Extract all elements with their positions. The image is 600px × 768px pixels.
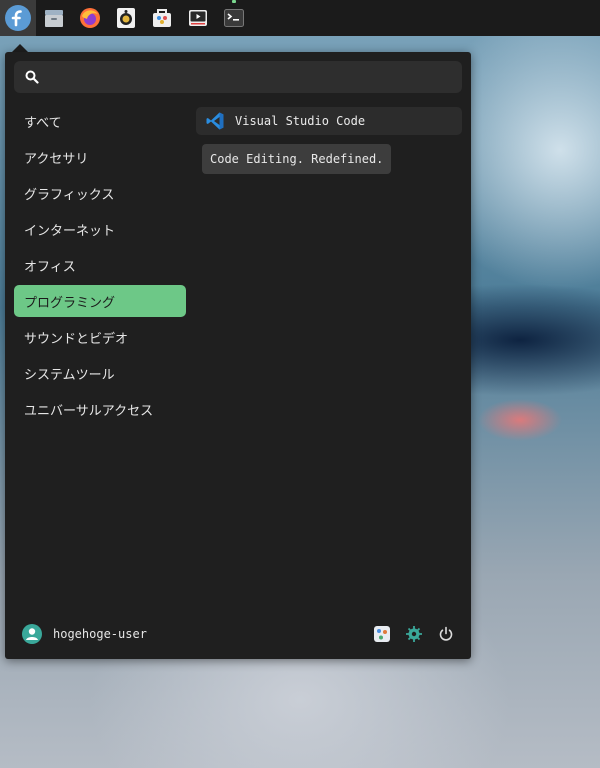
menu-pointer (12, 44, 28, 52)
software-icon (153, 9, 171, 27)
category-internet[interactable]: インターネット (14, 213, 186, 245)
videos-icon (189, 10, 207, 26)
username: hogehoge-user (53, 627, 147, 641)
terminal-icon (224, 9, 244, 27)
category-all[interactable]: すべて (14, 105, 186, 137)
power-button[interactable] (436, 624, 456, 644)
category-label: ユニバーサルアクセス (24, 403, 154, 419)
category-universal-access[interactable]: ユニバーサルアクセス (14, 393, 186, 425)
menu-footer: hogehoge-user (5, 609, 471, 659)
user-button[interactable]: hogehoge-user (22, 624, 147, 644)
app-menu-button[interactable] (0, 0, 36, 36)
category-label: サウンドとビデオ (24, 331, 129, 347)
app-tooltip: Code Editing. Redefined. (202, 144, 392, 174)
category-label: アクセサリ (24, 151, 89, 167)
search-box[interactable] (14, 61, 462, 93)
category-graphics[interactable]: グラフィックス (14, 177, 186, 209)
category-label: プログラミング (24, 295, 116, 311)
app-list: Visual Studio Code (196, 107, 462, 135)
category-programming[interactable]: プログラミング (14, 285, 186, 317)
taskbar-software[interactable] (144, 0, 180, 36)
lock-screen-button[interactable] (404, 624, 424, 644)
search-input[interactable] (47, 62, 454, 92)
category-label: グラフィックス (24, 187, 115, 203)
user-avatar-icon (22, 624, 42, 644)
search-icon (25, 70, 39, 84)
category-label: インターネット (24, 223, 116, 239)
taskbar-rhythmbox[interactable] (108, 0, 144, 36)
taskbar (0, 0, 600, 36)
application-menu: すべて アクセサリ グラフィックス インターネット オフィス プログラミング サ… (5, 52, 471, 659)
taskbar-terminal[interactable] (216, 0, 252, 36)
firefox-icon (80, 8, 100, 28)
category-office[interactable]: オフィス (14, 249, 186, 281)
app-visual-studio-code[interactable]: Visual Studio Code (196, 107, 462, 135)
fedora-logo-icon (5, 5, 31, 31)
settings-button[interactable] (372, 624, 392, 644)
category-label: すべて (24, 115, 62, 131)
settings-icon (374, 626, 390, 642)
category-list: すべて アクセサリ グラフィックス インターネット オフィス プログラミング サ… (14, 105, 186, 429)
taskbar-firefox[interactable] (72, 0, 108, 36)
taskbar-files[interactable] (36, 0, 72, 36)
category-accessories[interactable]: アクセサリ (14, 141, 186, 173)
category-label: システムツール (24, 367, 115, 383)
power-icon (439, 626, 453, 641)
lock-screen-icon (406, 626, 422, 642)
files-icon (45, 10, 63, 27)
app-label: Visual Studio Code (235, 114, 366, 128)
rhythmbox-icon (117, 8, 135, 28)
category-label: オフィス (24, 259, 76, 275)
vscode-icon (206, 112, 224, 130)
category-sound-video[interactable]: サウンドとビデオ (14, 321, 186, 353)
taskbar-videos[interactable] (180, 0, 216, 36)
category-system-tools[interactable]: システムツール (14, 357, 186, 389)
